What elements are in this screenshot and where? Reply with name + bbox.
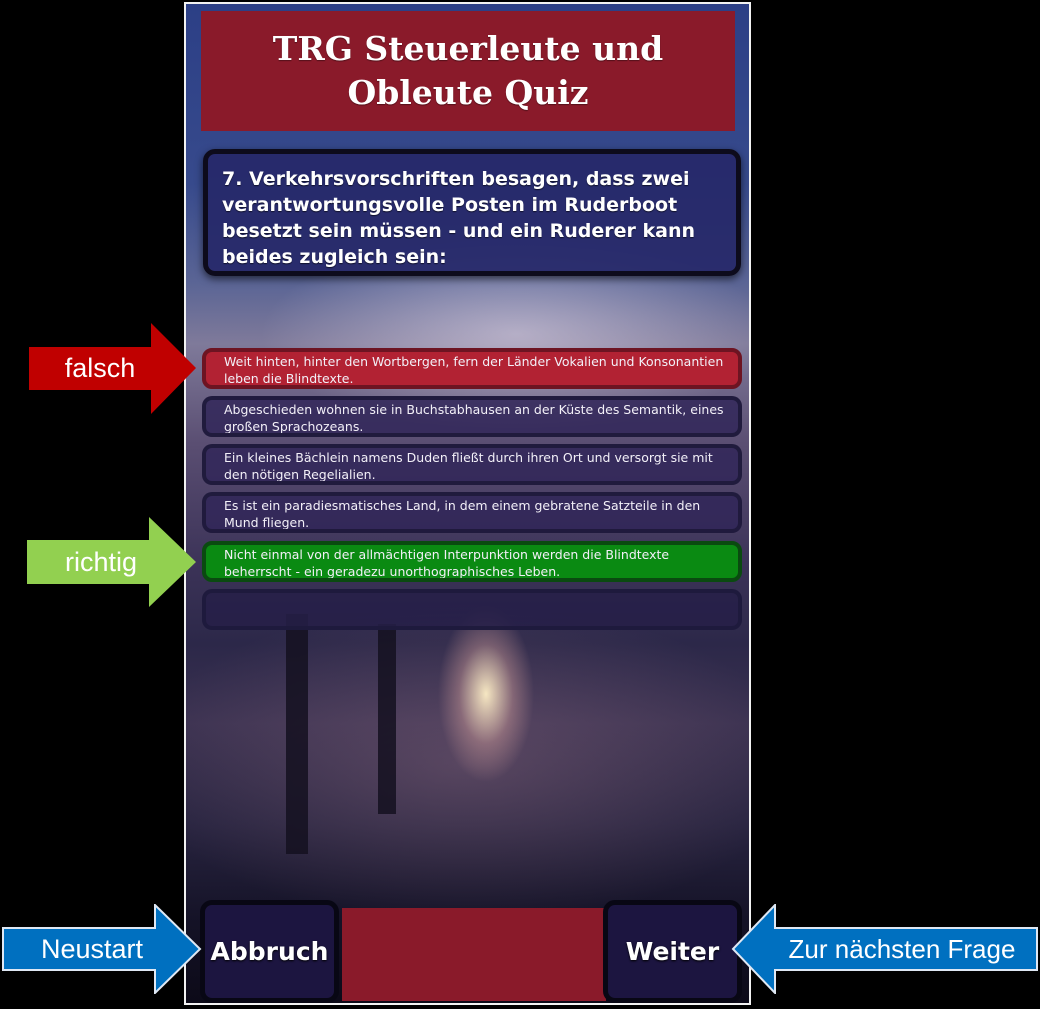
next-question-label: Zur nächsten Frage (788, 933, 1016, 964)
correct-answer-callout: richtig (27, 517, 196, 607)
answer-text: Weit hinten, hinter den Wortbergen, fern… (224, 354, 724, 386)
quiz-app-screen: TRG Steuerleute und Obleute Quiz 7. Verk… (184, 2, 751, 1005)
answer-option-6[interactable] (202, 589, 742, 630)
answer-option-3[interactable]: Ein kleines Bächlein namens Duden fließt… (202, 444, 742, 485)
wrong-label: falsch (64, 353, 136, 383)
next-button[interactable]: Weiter (603, 900, 742, 1003)
answer-text: Abgeschieden wohnen sie in Buchstabhause… (224, 402, 724, 434)
app-title: TRG Steuerleute und Obleute Quiz (272, 29, 664, 112)
answer-text: Ein kleines Bächlein namens Duden fließt… (224, 450, 713, 482)
bottom-bar (342, 908, 606, 1001)
background-post-right (378, 624, 396, 814)
question-box: 7. Verkehrsvorschriften besagen, dass zw… (203, 149, 741, 276)
next-question-callout: Zur nächsten Frage (731, 904, 1040, 994)
next-button-label: Weiter (625, 937, 720, 966)
answer-text: Nicht einmal von der allmächtigen Interp… (224, 547, 670, 579)
answer-option-1[interactable]: Weit hinten, hinter den Wortbergen, fern… (202, 348, 742, 389)
restart-label: Neustart (40, 933, 144, 964)
cancel-button[interactable]: Abbruch (200, 900, 339, 1003)
answer-option-5[interactable]: Nicht einmal von der allmächtigen Interp… (202, 541, 742, 582)
background-post-left (286, 614, 308, 854)
restart-callout: Neustart (2, 904, 202, 994)
answer-option-2[interactable]: Abgeschieden wohnen sie in Buchstabhause… (202, 396, 742, 437)
cancel-button-label: Abbruch (210, 937, 329, 966)
right-label: richtig (64, 546, 138, 577)
answer-option-4[interactable]: Es ist ein paradiesmatisches Land, in de… (202, 492, 742, 533)
wrong-answer-callout: falsch (29, 323, 196, 414)
title-bar: TRG Steuerleute und Obleute Quiz (201, 11, 735, 131)
answer-text: Es ist ein paradiesmatisches Land, in de… (224, 498, 701, 530)
question-text: 7. Verkehrsvorschriften besagen, dass zw… (222, 168, 696, 268)
